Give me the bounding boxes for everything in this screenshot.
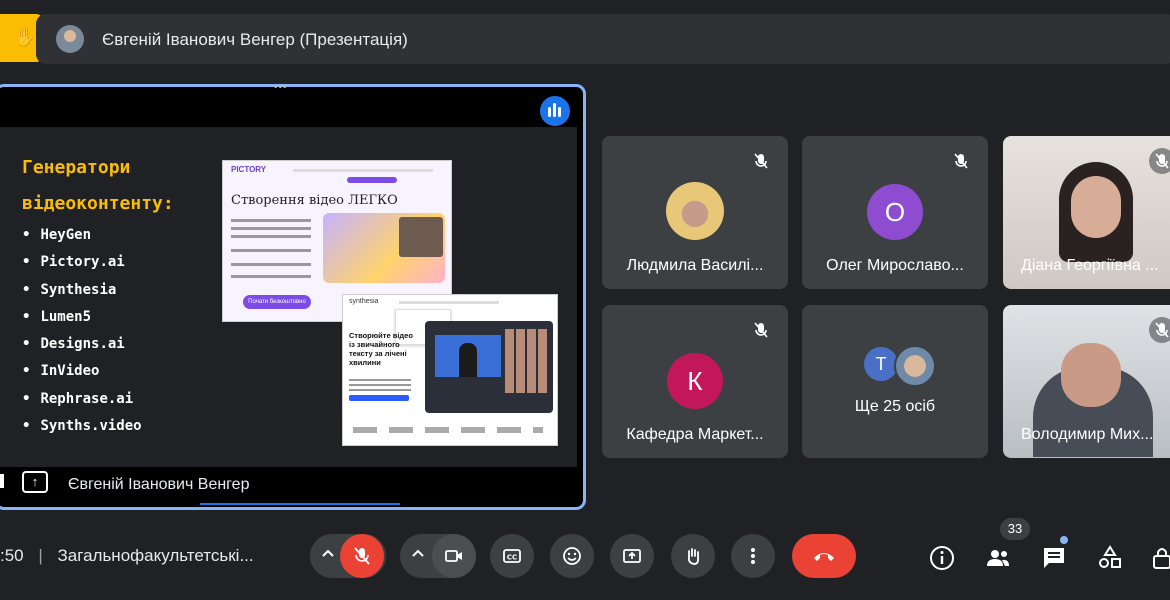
- avatar: К: [667, 353, 723, 409]
- mic-off-icon: [948, 148, 974, 174]
- synthesia-text-lines: [349, 379, 411, 381]
- mic-off-icon: [1149, 317, 1170, 343]
- meeting-info: :50 | Загальнофакультетські...: [0, 546, 254, 566]
- nav-button: [347, 177, 397, 183]
- info-icon: [930, 546, 954, 570]
- list-item: Synths.video: [22, 413, 141, 440]
- raise-hand-button[interactable]: [671, 534, 715, 578]
- divider: |: [38, 546, 43, 565]
- chevron-up-icon[interactable]: [410, 546, 426, 567]
- svg-text:CC: CC: [507, 554, 517, 562]
- list-item: Rephrase.ai: [22, 386, 142, 413]
- emoji-icon: [563, 547, 581, 565]
- pictory-heading: Створення відео ЛЕГКО: [231, 193, 398, 208]
- pin-icon[interactable]: [0, 474, 4, 488]
- more-vert-icon: [751, 548, 755, 564]
- activities-button[interactable]: [1096, 544, 1124, 572]
- mic-off-icon: [748, 317, 774, 343]
- pictory-hero-person: [399, 217, 443, 257]
- camera-icon: [445, 550, 462, 562]
- pictory-cta-button: Почати безкоштовно: [243, 295, 311, 309]
- pictory-logo: PICTORY: [231, 165, 267, 174]
- captions-icon: CC: [503, 549, 521, 563]
- more-dots-icon[interactable]: •••: [274, 82, 288, 93]
- participant-name: Діана Георгіївна ...: [1021, 257, 1159, 274]
- participant-name: Людмила Василі...: [626, 257, 764, 274]
- avatar: О: [867, 184, 923, 240]
- list-item: InVideo: [22, 358, 142, 385]
- present-now-button[interactable]: [610, 534, 654, 578]
- participant-tile[interactable]: Діана Георгіївна ...: [1003, 136, 1170, 289]
- synthesia-cta-button: [349, 395, 409, 401]
- list-item: HeyGen: [22, 222, 142, 249]
- participant-name: Володимир Мих...: [1021, 426, 1154, 443]
- shapes-icon: [1099, 545, 1121, 568]
- more-options-button[interactable]: [731, 534, 775, 578]
- nav-lines: [399, 301, 499, 304]
- nav-lines: [293, 169, 433, 172]
- synthesia-heading: Створюйте відео із звичайного тексту за …: [349, 331, 413, 367]
- camera-button[interactable]: [432, 534, 476, 578]
- slide-title: Генератори відеоконтенту:: [22, 157, 174, 214]
- people-icon: [987, 550, 1009, 566]
- clock-time: :50: [0, 546, 24, 565]
- presenter-name: Євгеній Іванович Венгер: [68, 476, 250, 493]
- video-face: [1071, 176, 1121, 238]
- avatar: Т: [864, 347, 898, 381]
- list-item: Lumen5: [22, 304, 142, 331]
- participants-count-badge: 33: [1000, 518, 1030, 540]
- mic-off-icon: [1149, 148, 1170, 174]
- hangup-icon: [814, 553, 834, 561]
- list-item: Pictory.ai: [22, 249, 142, 276]
- divider: [200, 503, 400, 505]
- chat-notification-dot: [1060, 536, 1068, 544]
- participant-tile[interactable]: Володимир Мих...: [1003, 305, 1170, 458]
- presentation-banner-title: Євгеній Іванович Венгер (Презентація): [102, 30, 408, 49]
- synthesia-screenshot: synthesia Створюйте відео із звичайного …: [342, 294, 558, 446]
- synthesia-avatar: [459, 343, 477, 377]
- hand-icon: ✋: [13, 27, 36, 47]
- hand-icon: [687, 548, 700, 565]
- people-button[interactable]: [984, 544, 1012, 572]
- presenter-avatar: [56, 25, 84, 53]
- avatar: [894, 345, 936, 387]
- participant-name: Олег Мирославо...: [826, 257, 964, 274]
- more-participants-label: Ще 25 осіб: [854, 398, 936, 415]
- synthesia-avatar-grid: [505, 329, 549, 393]
- avatar: [666, 182, 724, 240]
- more-participants-tile[interactable]: Т Ще 25 осіб: [802, 305, 988, 458]
- mic-off-icon: [748, 148, 774, 174]
- leave-call-button[interactable]: [792, 534, 856, 578]
- meeting-details-button[interactable]: [928, 544, 956, 572]
- chevron-up-icon[interactable]: [320, 546, 336, 567]
- slide-tool-list: HeyGen Pictory.ai Synthesia Lumen5 Desig…: [22, 222, 142, 440]
- host-controls-button[interactable]: [1150, 544, 1170, 572]
- reactions-button[interactable]: [550, 534, 594, 578]
- present-icon: [623, 549, 641, 563]
- mic-toggle-button[interactable]: [340, 534, 384, 578]
- chat-button[interactable]: [1040, 544, 1068, 572]
- synthesia-logos: [353, 427, 543, 433]
- list-item: Designs.ai: [22, 331, 142, 358]
- video-face: [1061, 343, 1121, 407]
- synthesia-logo: synthesia: [349, 298, 379, 305]
- list-item: Synthesia: [22, 277, 142, 304]
- mic-off-icon: [354, 547, 370, 565]
- speaking-indicator-icon: [540, 96, 570, 126]
- captions-button[interactable]: CC: [490, 534, 534, 578]
- present-icon[interactable]: ↑: [22, 471, 48, 493]
- participant-tile[interactable]: К Кафедра Маркет...: [602, 305, 788, 458]
- lock-icon: [1153, 548, 1170, 569]
- participant-name: Кафедра Маркет...: [626, 426, 764, 443]
- chat-icon: [1044, 548, 1064, 568]
- participant-tile[interactable]: О Олег Мирославо...: [802, 136, 988, 289]
- meeting-name: Загальнофакультетські...: [57, 546, 254, 565]
- participant-tile[interactable]: Людмила Василі...: [602, 136, 788, 289]
- pictory-text-lines: [231, 219, 311, 222]
